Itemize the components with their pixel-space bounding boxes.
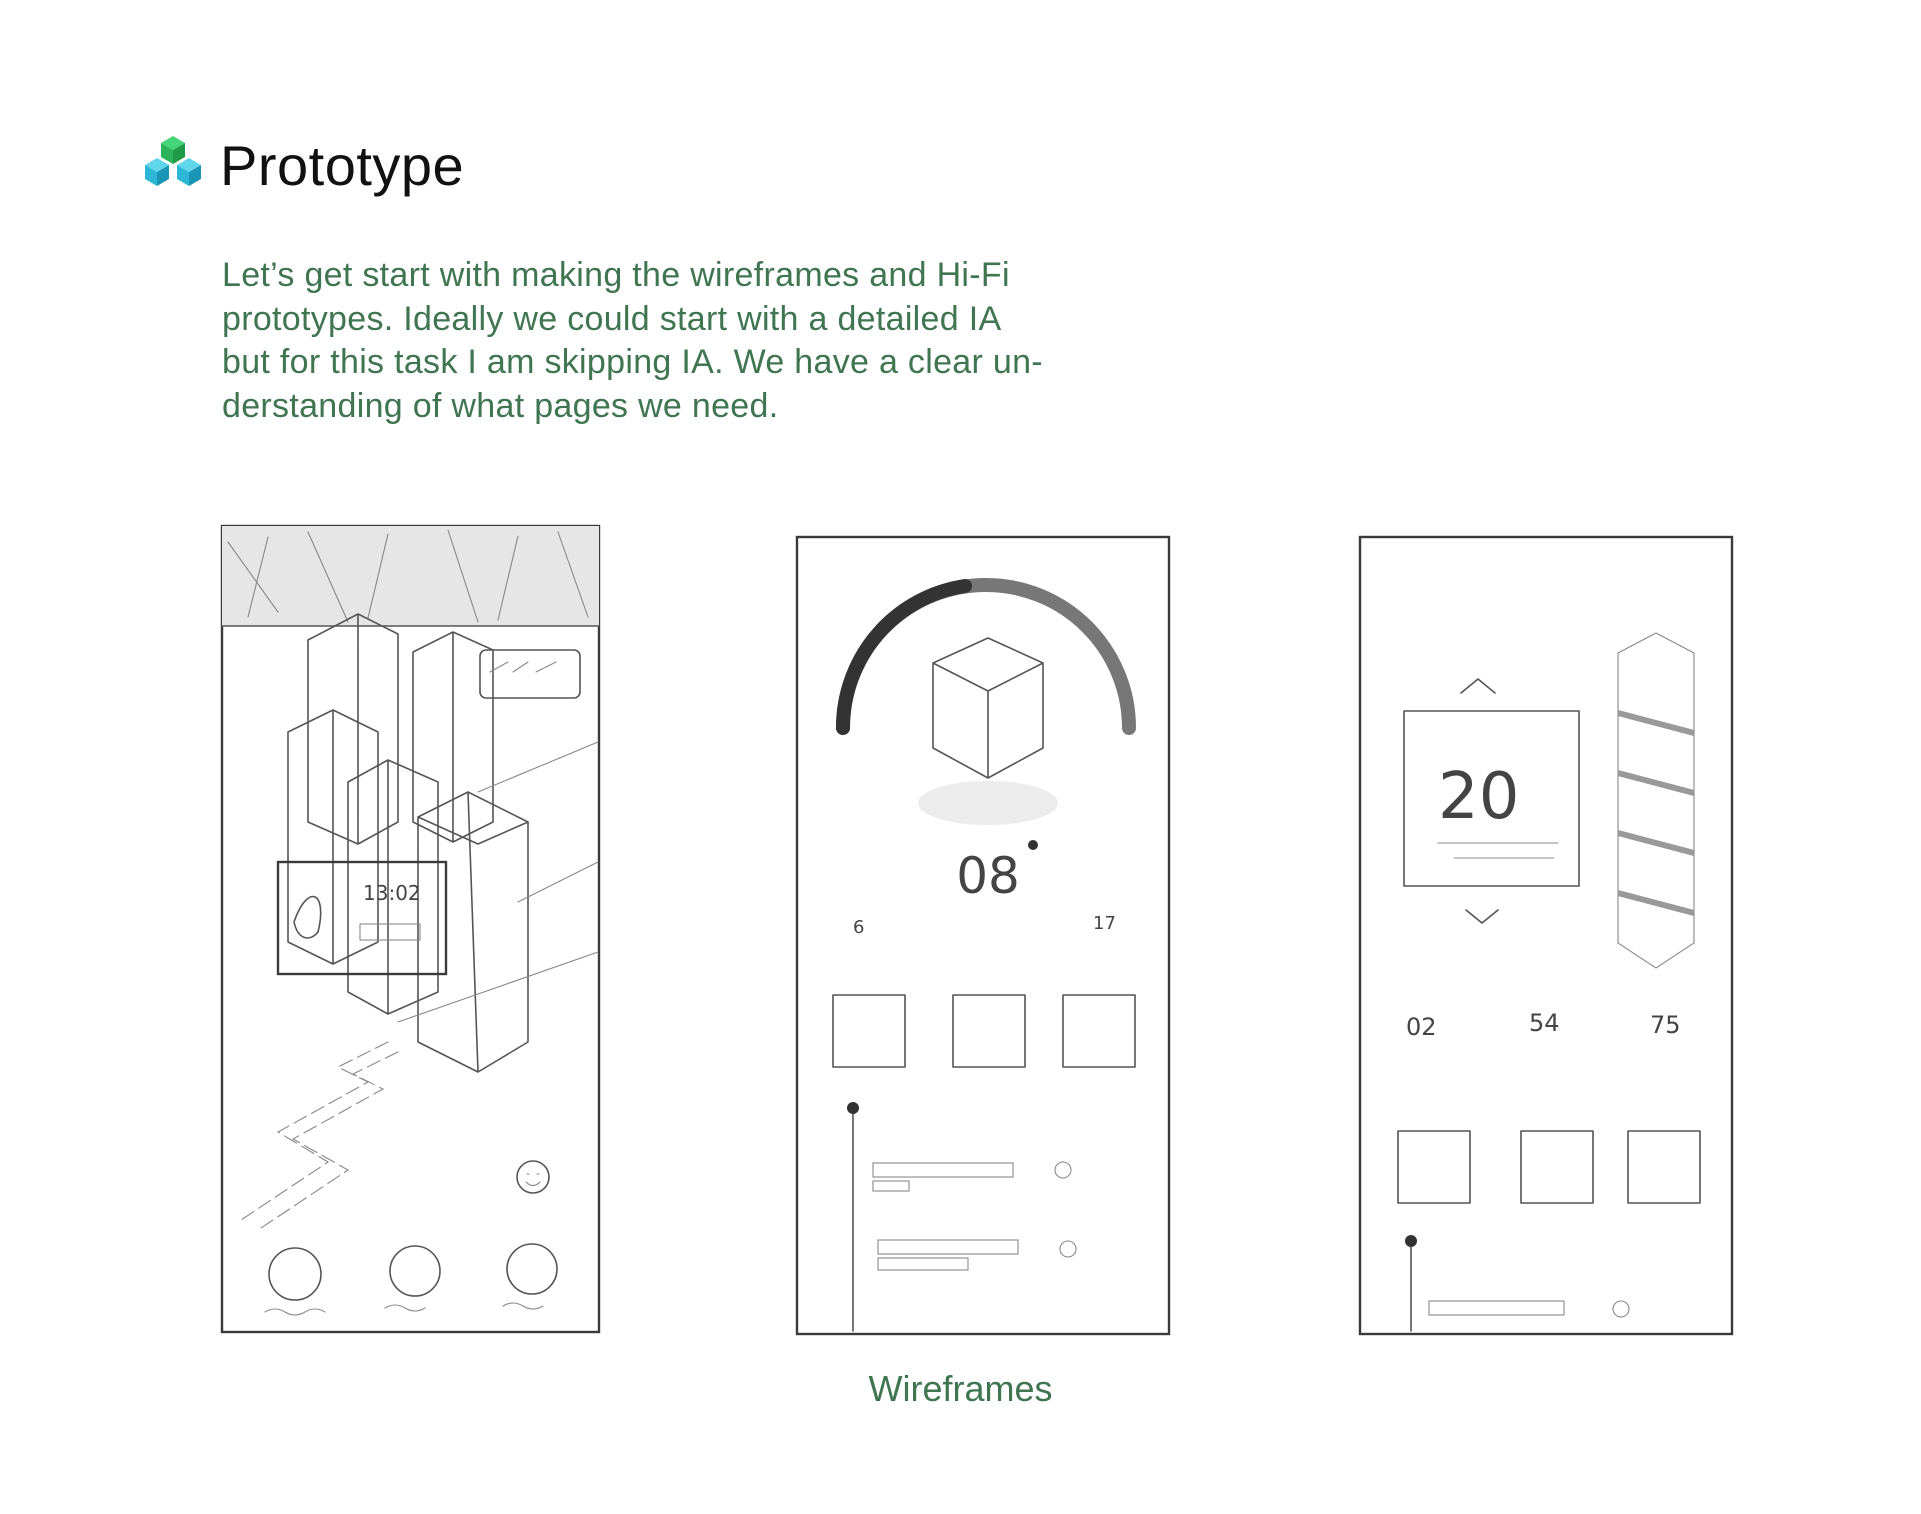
wireframe-sketch-timer: 08 6 17	[793, 533, 1173, 1338]
intro-line: but for this task I am skipping IA. We h…	[222, 343, 1043, 381]
timer-sketch-drawing: 08 6 17	[795, 535, 1171, 1336]
intro-line: derstanding of what pages we need.	[222, 386, 779, 425]
timer-max: 17	[1093, 913, 1116, 934]
popup-time: 13:02	[363, 881, 421, 905]
wireframes-caption: Wireframes	[868, 1368, 1053, 1409]
intro-paragraph: Let’s get start with making the wirefram…	[222, 254, 1142, 428]
intro-line: prototypes. Ideally we could start with …	[222, 299, 1002, 338]
detail-value: 20	[1438, 760, 1519, 834]
detail-stat: 02	[1406, 1013, 1437, 1041]
detail-stat: 54	[1529, 1009, 1560, 1037]
intro-line: Let’s get start with making the wirefram…	[222, 256, 1010, 294]
stacked-cubes-icon	[145, 136, 201, 186]
timer-min: 6	[853, 917, 864, 938]
map-sketch-drawing: 13:02	[220, 524, 601, 1334]
wireframe-sketch-map: 13:02	[218, 522, 603, 1337]
timer-value: 08	[956, 847, 1020, 905]
page-title: Prototype	[220, 134, 465, 197]
detail-sketch-drawing: 20 02 54 75	[1358, 535, 1734, 1336]
page-header: Prototype	[140, 134, 464, 198]
wireframe-sketch-detail: 20 02 54 75	[1356, 533, 1736, 1338]
detail-stat: 75	[1650, 1011, 1681, 1039]
